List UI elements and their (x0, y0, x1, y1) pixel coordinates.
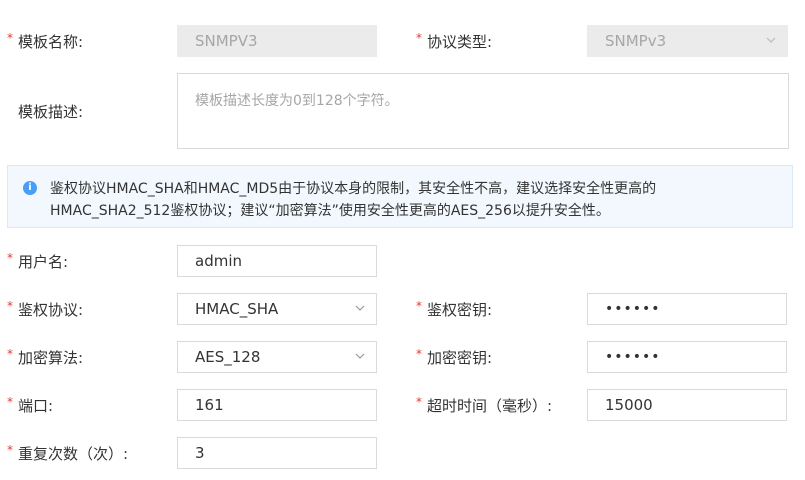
username-label: * 用户名: (7, 251, 69, 271)
timeout-label: * 超时时间（毫秒）: (416, 395, 553, 415)
auth-protocol-label: * 鉴权协议: (7, 299, 84, 319)
required-mark: * (7, 251, 13, 265)
username-input[interactable]: admin (177, 245, 377, 277)
template-desc-textarea[interactable]: 模板描述长度为0到128个字符。 (177, 73, 789, 149)
encrypt-key-label: * 加密密钥: (416, 347, 493, 367)
chevron-down-icon (355, 305, 365, 311)
info-icon: i (23, 181, 37, 195)
template-name-label: * 模板名称: (7, 31, 84, 51)
required-mark: * (7, 347, 13, 361)
retries-label: * 重复次数（次）: (7, 443, 129, 463)
required-mark: * (7, 299, 13, 313)
required-mark: * (7, 443, 13, 457)
required-mark: * (416, 299, 422, 313)
auth-key-label: * 鉴权密钥: (416, 299, 493, 319)
auth-protocol-select[interactable]: HMAC_SHA (177, 293, 377, 325)
notice-line-2: HMAC_SHA2_512鉴权协议；建议“加密算法”使用安全性更高的AES_25… (50, 203, 610, 219)
retries-input[interactable]: 3 (177, 437, 377, 469)
required-mark: * (416, 347, 422, 361)
encrypt-key-input[interactable]: •••••• (587, 341, 787, 373)
timeout-input[interactable]: 15000 (587, 389, 787, 421)
chevron-down-icon (355, 353, 365, 359)
notice-line-1: 鉴权协议HMAC_SHA和HMAC_MD5由于协议本身的限制，其安全性不高，建议… (50, 181, 657, 197)
required-mark: * (7, 395, 13, 409)
encrypt-algo-select[interactable]: AES_128 (177, 341, 377, 373)
security-notice: i 鉴权协议HMAC_SHA和HMAC_MD5由于协议本身的限制，其安全性不高，… (7, 165, 793, 228)
required-mark: * (416, 395, 422, 409)
auth-key-input[interactable]: •••••• (587, 293, 787, 325)
required-mark: * (7, 31, 13, 45)
template-name-input[interactable]: SNMPV3 (177, 25, 377, 57)
chevron-down-icon (766, 37, 776, 43)
encrypt-algo-label: * 加密算法: (7, 347, 84, 367)
protocol-type-select[interactable]: SNMPv3 (587, 25, 788, 57)
port-input[interactable]: 161 (177, 389, 377, 421)
port-label: * 端口: (7, 395, 54, 415)
protocol-type-label: * 协议类型: (416, 31, 493, 51)
required-mark: * (416, 31, 422, 45)
template-desc-label: 模板描述: (18, 102, 84, 121)
